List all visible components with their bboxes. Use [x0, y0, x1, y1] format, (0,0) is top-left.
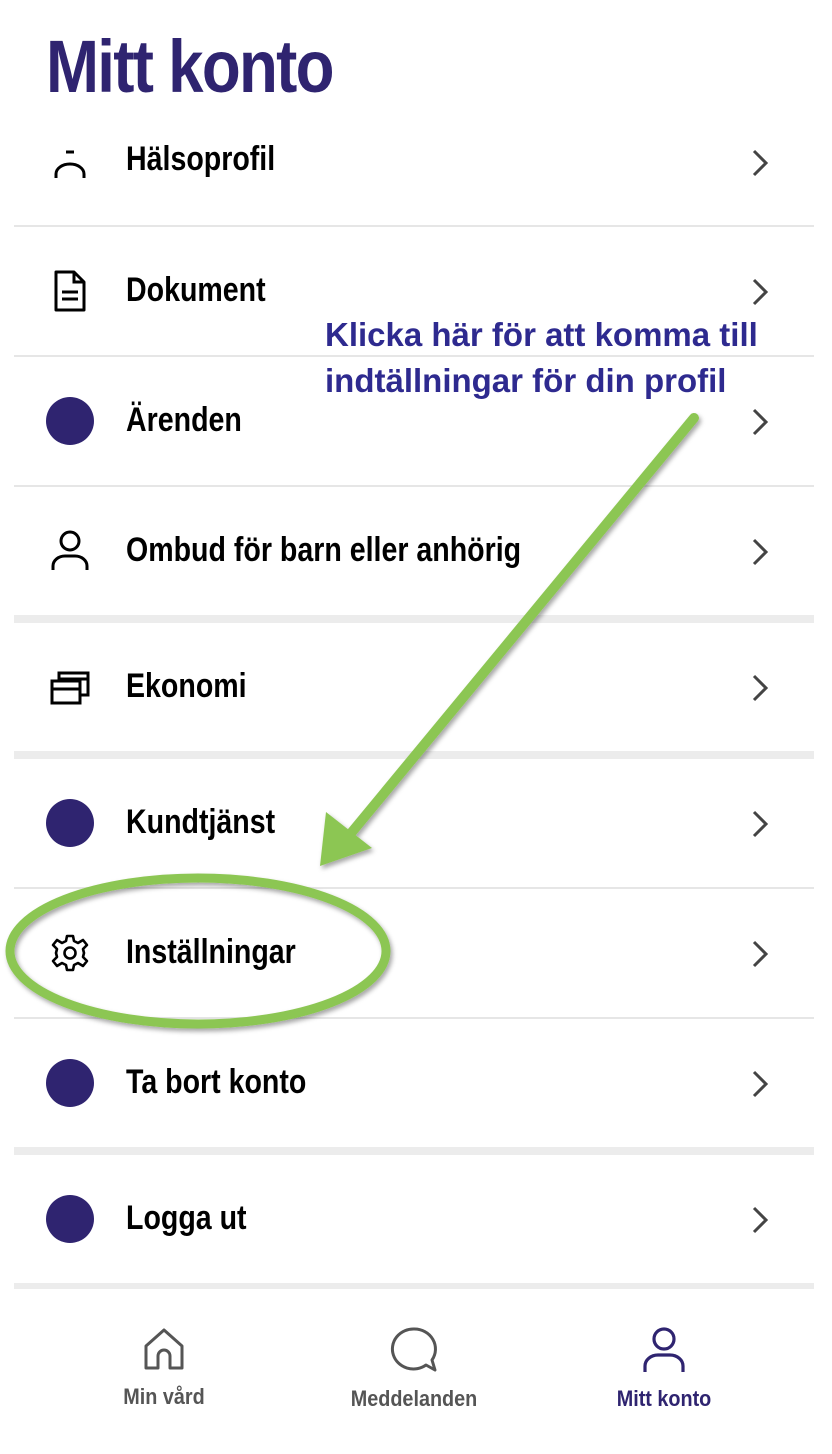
nav-label: Meddelanden: [350, 1386, 478, 1411]
menu-item-ombud[interactable]: Ombud för barn eller anhörig: [14, 487, 814, 615]
placeholder-dot: [46, 1059, 94, 1107]
menu-item-label: Ärenden: [126, 401, 242, 439]
chevron-right-icon: [752, 408, 769, 436]
menu-item-label: Hälsoprofil: [126, 140, 276, 178]
document-icon: [46, 267, 94, 315]
menu-item-label: Dokument: [126, 271, 266, 309]
chevron-right-icon: [752, 1206, 769, 1234]
menu-item-halsoprofil[interactable]: Hälsoprofil: [14, 128, 814, 224]
person-icon: [643, 1327, 685, 1372]
home-icon: [144, 1328, 184, 1370]
menu-item-installningar[interactable]: Inställningar: [14, 889, 814, 1017]
section-separator: [14, 1147, 814, 1155]
menu-item-label: Ta bort konto: [126, 1063, 307, 1101]
nav-meddelanden[interactable]: Meddelanden: [314, 1326, 514, 1412]
menu-item-label: Ekonomi: [126, 667, 247, 705]
person-icon: [46, 527, 94, 575]
placeholder-dot: [46, 799, 94, 847]
page-title: Mitt konto: [46, 25, 334, 108]
chevron-right-icon: [752, 538, 769, 566]
health-profile-icon: [46, 140, 94, 188]
section-separator: [14, 1283, 814, 1289]
menu-item-label: Kundtjänst: [126, 803, 276, 841]
section-separator: [14, 615, 814, 623]
chat-bubble-icon: [390, 1327, 437, 1372]
menu-item-kundtjanst[interactable]: Kundtjänst: [14, 759, 814, 887]
menu-item-label: Logga ut: [126, 1199, 247, 1237]
menu-item-ta-bort-konto[interactable]: Ta bort konto: [14, 1019, 814, 1147]
wallet-cards-icon: [46, 663, 94, 711]
nav-label: Min vård: [123, 1384, 205, 1409]
menu-item-ekonomi[interactable]: Ekonomi: [14, 623, 814, 751]
chevron-right-icon: [752, 940, 769, 968]
annotation-line-1: Klicka här för att komma till: [325, 316, 758, 353]
chevron-right-icon: [752, 278, 769, 306]
chevron-right-icon: [752, 149, 769, 177]
menu-item-label: Inställningar: [126, 933, 296, 971]
nav-mitt-konto[interactable]: Mitt konto: [564, 1326, 764, 1412]
menu-item-logga-ut[interactable]: Logga ut: [14, 1155, 814, 1283]
bottom-nav: Min vård Meddelanden Mitt konto: [0, 1290, 832, 1454]
chevron-right-icon: [752, 810, 769, 838]
account-menu: Hälsoprofil Mitt konto Dokument Ärenden …: [0, 0, 832, 1290]
section-separator: [14, 751, 814, 759]
placeholder-dot: [46, 1195, 94, 1243]
annotation-line-2: indtällningar för din profil: [325, 362, 727, 399]
nav-min-vard[interactable]: Min vård: [64, 1326, 264, 1410]
chevron-right-icon: [752, 1070, 769, 1098]
menu-item-label: Ombud för barn eller anhörig: [126, 531, 522, 569]
gear-icon: [46, 929, 94, 977]
nav-label: Mitt konto: [616, 1386, 712, 1411]
annotation-callout: Klicka här för att komma till indtällnin…: [325, 312, 758, 404]
placeholder-dot: [46, 397, 94, 445]
chevron-right-icon: [752, 674, 769, 702]
